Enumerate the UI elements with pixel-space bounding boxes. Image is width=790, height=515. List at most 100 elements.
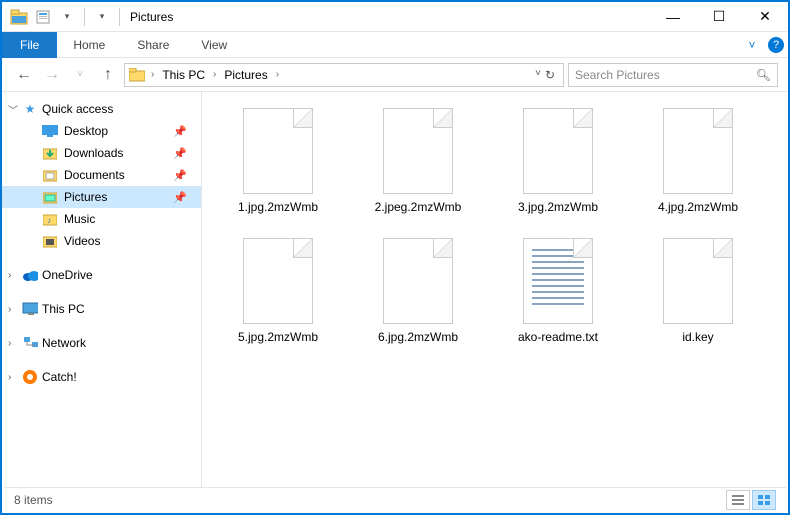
search-input[interactable]: Search Pictures 🔍︎: [568, 63, 778, 87]
sidebar-item-this-pc[interactable]: › This PC: [2, 298, 201, 320]
sidebar-item-videos[interactable]: Videos: [2, 230, 201, 252]
this-pc-icon: [22, 301, 38, 317]
onedrive-icon: [22, 267, 38, 283]
desktop-icon: [42, 123, 58, 139]
icons-view-button[interactable]: [752, 490, 776, 510]
pictures-icon: [42, 189, 58, 205]
view-switcher: [726, 490, 776, 510]
pin-icon: 📌: [173, 125, 187, 138]
folder-icon: [129, 67, 145, 83]
sidebar-item-label: Network: [42, 336, 86, 350]
caret-right-icon: ›: [8, 372, 18, 383]
breadcrumb[interactable]: › This PC › Pictures › ˅ ↻: [124, 63, 564, 87]
ribbon-expand-icon[interactable]: ˅: [740, 33, 764, 57]
caret-right-icon: ›: [8, 304, 18, 315]
file-item[interactable]: 4.jpg.2mzWmb: [628, 102, 768, 232]
file-item[interactable]: 3.jpg.2mzWmb: [488, 102, 628, 232]
close-button[interactable]: ✕: [742, 2, 788, 32]
breadcrumb-sep-icon: ›: [147, 69, 158, 80]
address-dropdown-icon[interactable]: ˅: [535, 68, 541, 82]
sidebar-item-catch[interactable]: › Catch!: [2, 366, 201, 388]
sidebar-item-network[interactable]: › Network: [2, 332, 201, 354]
sidebar-item-documents[interactable]: Documents 📌: [2, 164, 201, 186]
file-item[interactable]: ako-readme.txt: [488, 232, 628, 362]
downloads-icon: [42, 145, 58, 161]
pin-icon: 📌: [173, 147, 187, 160]
item-count: 8 items: [14, 493, 53, 507]
window-controls: — ☐ ✕: [650, 2, 788, 32]
sidebar-item-label: Music: [64, 212, 95, 226]
file-item[interactable]: id.key: [628, 232, 768, 362]
sidebar-item-label: Pictures: [64, 190, 107, 204]
caret-down-icon: ﹀: [8, 102, 18, 117]
file-name: 3.jpg.2mzWmb: [518, 200, 598, 214]
pin-icon: 📌: [173, 191, 187, 204]
sidebar-item-desktop[interactable]: Desktop 📌: [2, 120, 201, 142]
documents-icon: [42, 167, 58, 183]
caret-right-icon: ›: [8, 270, 18, 281]
explorer-body: ﹀ ★ Quick access Desktop 📌 Downloads 📌 D…: [2, 92, 788, 490]
file-name: 1.jpg.2mzWmb: [238, 200, 318, 214]
file-name: ako-readme.txt: [518, 330, 598, 344]
breadcrumb-this-pc[interactable]: This PC: [160, 68, 207, 82]
recent-locations-icon[interactable]: ˅: [68, 63, 92, 87]
sidebar-item-pictures[interactable]: Pictures 📌: [2, 186, 201, 208]
minimize-button[interactable]: —: [650, 2, 696, 32]
forward-button[interactable]: →: [40, 63, 64, 87]
qat-dropdown-icon[interactable]: ▾: [56, 6, 78, 28]
catch-icon: [22, 369, 38, 385]
sidebar-quick-access[interactable]: ﹀ ★ Quick access: [2, 98, 201, 120]
sidebar-item-downloads[interactable]: Downloads 📌: [2, 142, 201, 164]
file-item[interactable]: 2.jpeg.2mzWmb: [348, 102, 488, 232]
file-list[interactable]: 1.jpg.2mzWmb 2.jpeg.2mzWmb 3.jpg.2mzWmb …: [202, 92, 788, 490]
sidebar-item-onedrive[interactable]: › OneDrive: [2, 264, 201, 286]
file-icon: [243, 108, 313, 194]
file-icon: [523, 108, 593, 194]
file-item[interactable]: 5.jpg.2mzWmb: [208, 232, 348, 362]
sidebar-item-music[interactable]: ♪ Music: [2, 208, 201, 230]
search-icon[interactable]: 🔍︎: [756, 68, 771, 82]
help-icon[interactable]: ?: [768, 37, 784, 53]
tab-share[interactable]: Share: [121, 32, 185, 58]
file-name: 4.jpg.2mzWmb: [658, 200, 738, 214]
videos-icon: [42, 233, 58, 249]
breadcrumb-pictures[interactable]: Pictures: [222, 68, 269, 82]
network-icon: [22, 335, 38, 351]
file-name: 5.jpg.2mzWmb: [238, 330, 318, 344]
back-button[interactable]: ←: [12, 63, 36, 87]
file-name: 6.jpg.2mzWmb: [378, 330, 458, 344]
address-bar: ← → ˅ ↑ › This PC › Pictures › ˅ ↻ Searc…: [2, 58, 788, 92]
text-file-icon: [523, 238, 593, 324]
properties-icon[interactable]: [32, 6, 54, 28]
svg-text:♪: ♪: [47, 216, 51, 225]
tab-view[interactable]: View: [185, 32, 243, 58]
divider: [84, 8, 85, 26]
file-icon: [663, 238, 733, 324]
file-icon: [663, 108, 733, 194]
file-name: id.key: [682, 330, 713, 344]
tab-home[interactable]: Home: [57, 32, 121, 58]
file-item[interactable]: 1.jpg.2mzWmb: [208, 102, 348, 232]
sidebar-item-label: Documents: [64, 168, 125, 182]
file-tab[interactable]: File: [2, 32, 57, 58]
sidebar-item-label: Catch!: [42, 370, 77, 384]
sidebar-label: Quick access: [42, 102, 113, 116]
navigation-pane: ﹀ ★ Quick access Desktop 📌 Downloads 📌 D…: [2, 92, 202, 490]
music-icon: ♪: [42, 211, 58, 227]
breadcrumb-sep-icon: ›: [209, 69, 220, 80]
up-button[interactable]: ↑: [96, 63, 120, 87]
details-view-button[interactable]: [726, 490, 750, 510]
breadcrumb-sep-icon: ›: [272, 69, 283, 80]
ribbon: File Home Share View ˅ ?: [2, 32, 788, 58]
file-name: 2.jpeg.2mzWmb: [375, 200, 462, 214]
sidebar-item-label: This PC: [42, 302, 85, 316]
maximize-button[interactable]: ☐: [696, 2, 742, 32]
file-item[interactable]: 6.jpg.2mzWmb: [348, 232, 488, 362]
title-caret-icon[interactable]: ▾: [91, 6, 113, 28]
sidebar-item-label: Downloads: [64, 146, 123, 160]
file-icon: [383, 108, 453, 194]
search-placeholder: Search Pictures: [575, 68, 660, 82]
refresh-icon[interactable]: ↻: [545, 68, 555, 82]
file-icon: [383, 238, 453, 324]
title-bar: ▾ ▾ Pictures — ☐ ✕: [2, 2, 788, 32]
